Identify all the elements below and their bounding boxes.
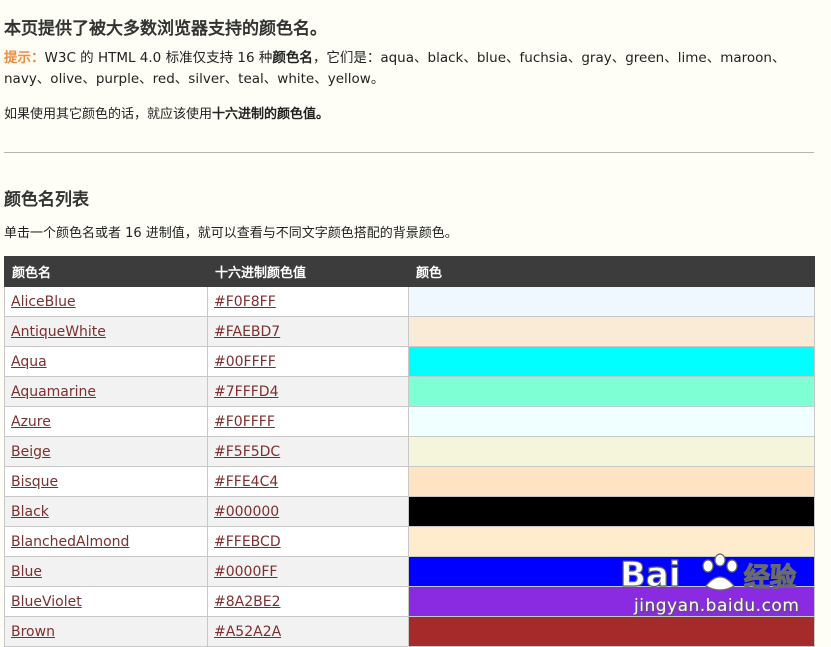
color-swatch <box>408 346 815 377</box>
color-name-link[interactable]: Black <box>11 504 49 520</box>
color-swatch <box>408 616 815 647</box>
color-swatch <box>408 556 815 587</box>
table-row: BlueViolet #8A2BE2 <box>4 586 815 617</box>
color-name-link[interactable]: Brown <box>11 624 55 640</box>
hex-value-cell: #0000FF <box>207 556 409 587</box>
hex-value-link[interactable]: #7FFFD4 <box>214 384 278 400</box>
color-swatch <box>408 406 815 437</box>
color-name-cell: AntiqueWhite <box>4 316 208 347</box>
hex-value-cell: #FAEBD7 <box>207 316 409 347</box>
page-title: 本页提供了被大多数浏览器支持的颜色名。 <box>4 19 327 39</box>
table-row: Aqua #00FFFF <box>4 346 815 377</box>
header-hex-value: 十六进制颜色值 <box>207 256 409 287</box>
table-header-row: 颜色名 十六进制颜色值 颜色 <box>4 256 815 287</box>
color-name-cell: AliceBlue <box>4 286 208 317</box>
color-name-cell: BlueViolet <box>4 586 208 617</box>
color-list-description: 单击一个颜色名或者 16 进制值，就可以查看与不同文字颜色搭配的背景颜色。 <box>4 226 458 241</box>
color-name-cell: Azure <box>4 406 208 437</box>
hex-value-cell: #7FFFD4 <box>207 376 409 407</box>
tip-text-before: W3C 的 HTML 4.0 标准仅支持 16 种 <box>44 50 273 66</box>
color-name-cell: Beige <box>4 436 208 467</box>
color-name-cell: Brown <box>4 616 208 647</box>
color-name-cell: BlanchedAlmond <box>4 526 208 557</box>
section-divider <box>4 152 814 153</box>
color-swatch <box>408 526 815 557</box>
table-row: Azure #F0FFFF <box>4 406 815 437</box>
hex-value-link[interactable]: #F5F5DC <box>214 444 280 460</box>
color-name-link[interactable]: Blue <box>11 564 42 580</box>
color-swatch <box>408 496 815 527</box>
color-name-cell: Blue <box>4 556 208 587</box>
hex-value-link[interactable]: #A52A2A <box>214 624 281 640</box>
color-name-link[interactable]: BlanchedAlmond <box>11 534 129 550</box>
color-swatch <box>408 286 815 317</box>
color-name-cell: Bisque <box>4 466 208 497</box>
table-row: AliceBlue #F0F8FF <box>4 286 815 317</box>
table-row: AntiqueWhite #FAEBD7 <box>4 316 815 347</box>
color-name-link[interactable]: Beige <box>11 444 51 460</box>
hex-value-cell: #8A2BE2 <box>207 586 409 617</box>
hex-value-cell: #000000 <box>207 496 409 527</box>
color-name-link[interactable]: AliceBlue <box>11 294 76 310</box>
color-name-link[interactable]: Aqua <box>11 354 47 370</box>
hex-value-cell: #F0FFFF <box>207 406 409 437</box>
hex-value-link[interactable]: #8A2BE2 <box>214 594 280 610</box>
tip-paragraph: 提示：W3C 的 HTML 4.0 标准仅支持 16 种颜色名，它们是：aqua… <box>4 48 812 90</box>
color-list-heading: 颜色名列表 <box>4 190 89 210</box>
hex-value-link[interactable]: #FFE4C4 <box>214 474 278 490</box>
hex-value-link[interactable]: #000000 <box>214 504 279 520</box>
hex-value-link[interactable]: #0000FF <box>214 564 277 580</box>
hex-value-link[interactable]: #00FFFF <box>214 354 276 370</box>
tip-label: 提示： <box>4 50 45 66</box>
hex-value-cell: #A52A2A <box>207 616 409 647</box>
table-row: BlanchedAlmond #FFEBCD <box>4 526 815 557</box>
color-name-link[interactable]: Bisque <box>11 474 58 490</box>
hex-value-cell: #F5F5DC <box>207 436 409 467</box>
table-row: Beige #F5F5DC <box>4 436 815 467</box>
hex-value-cell: #00FFFF <box>207 346 409 377</box>
hex-value-cell: #FFE4C4 <box>207 466 409 497</box>
hex-note-text: 如果使用其它颜色的话，就应该使用 <box>4 107 213 122</box>
hex-value-link[interactable]: #FAEBD7 <box>214 324 280 340</box>
hex-value-link[interactable]: #F0FFFF <box>214 414 275 430</box>
color-swatch <box>408 586 815 617</box>
table-row: Bisque #FFE4C4 <box>4 466 815 497</box>
color-swatch <box>408 466 815 497</box>
tip-bold: 颜色名 <box>272 50 313 66</box>
color-name-cell: Black <box>4 496 208 527</box>
table-row: Brown #A52A2A <box>4 616 815 647</box>
color-table-body: AliceBlue #F0F8FF AntiqueWhite #FAEBD7 Aqua #… <box>4 286 815 647</box>
hex-value-cell: #F0F8FF <box>207 286 409 317</box>
hex-note-paragraph: 如果使用其它颜色的话，就应该使用十六进制的颜色值。 <box>4 103 329 122</box>
color-name-link[interactable]: AntiqueWhite <box>11 324 106 340</box>
table-row: Blue #0000FF <box>4 556 815 587</box>
table-row: Black #000000 <box>4 496 815 527</box>
color-table: 颜色名 十六进制颜色值 颜色 AliceBlue #F0F8FF AntiqueWh… <box>4 256 815 647</box>
color-name-cell: Aquamarine <box>4 376 208 407</box>
color-name-link[interactable]: BlueViolet <box>11 594 82 610</box>
hex-value-cell: #FFEBCD <box>207 526 409 557</box>
table-row: Aquamarine #7FFFD4 <box>4 376 815 407</box>
color-swatch <box>408 316 815 347</box>
header-color-swatch: 颜色 <box>408 256 815 287</box>
hex-value-link[interactable]: #FFEBCD <box>214 534 281 550</box>
color-name-cell: Aqua <box>4 346 208 377</box>
hex-note-bold: 十六进制的颜色值。 <box>212 107 330 122</box>
color-swatch <box>408 436 815 467</box>
hex-value-link[interactable]: #F0F8FF <box>214 294 276 310</box>
color-name-link[interactable]: Aquamarine <box>11 384 96 400</box>
color-swatch <box>408 376 815 407</box>
color-name-link[interactable]: Azure <box>11 414 51 430</box>
header-color-name: 颜色名 <box>4 256 208 287</box>
